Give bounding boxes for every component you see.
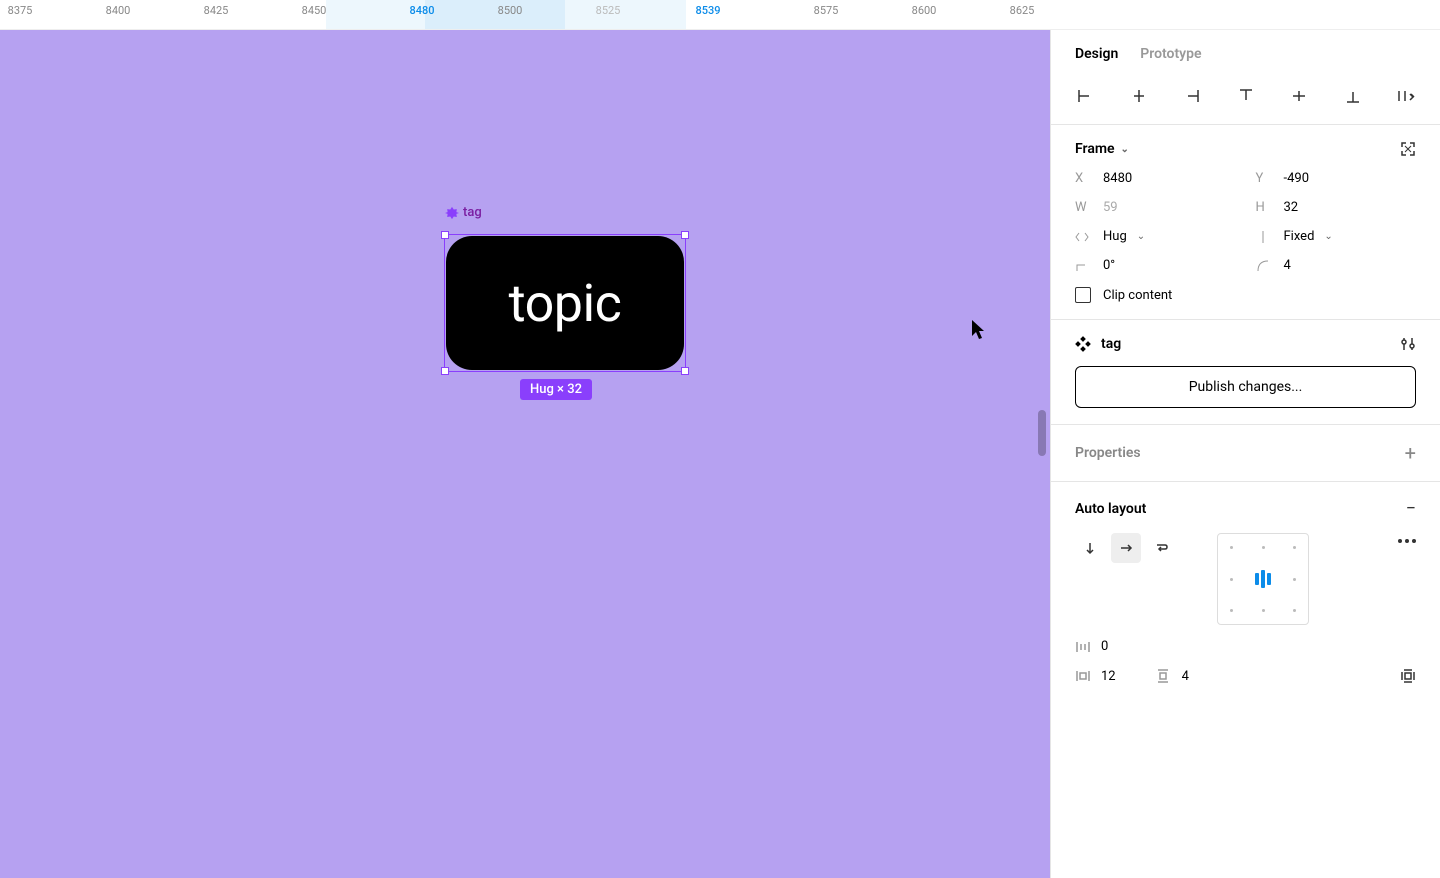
tag-frame[interactable]: topic [446,236,684,370]
ruler-tick: 8600 [912,4,937,17]
resize-handle-tr[interactable] [681,231,689,239]
add-property-icon[interactable]: + [1405,441,1416,465]
canvas[interactable]: tag topic Hug × 32 [0,30,1050,878]
properties-section: Properties + [1051,425,1440,482]
align-left-icon[interactable] [1069,84,1101,108]
direction-wrap-icon[interactable] [1147,533,1177,563]
direction-vertical-icon[interactable] [1075,533,1105,563]
ruler-tick: 8575 [814,4,839,17]
frame-section: Frame ⌄ X8480 Y-490 W59 H32 Hug⌄ Fixe [1051,125,1440,320]
panel-tabs: Design Prototype [1051,30,1440,74]
ruler-selection [425,0,565,29]
distribute-icon[interactable] [1390,84,1422,108]
publish-button[interactable]: Publish changes... [1075,366,1416,408]
direction-horizontal-icon[interactable] [1111,533,1141,563]
autolayout-title: Auto layout [1075,501,1146,517]
resize-handle-br[interactable] [681,367,689,375]
clip-content-checkbox[interactable]: Clip content [1075,287,1416,303]
frame-section-title[interactable]: Frame ⌄ [1075,141,1129,157]
ruler-tick: 8525 [596,4,621,17]
gap-input[interactable]: 0 [1075,639,1416,654]
component-name: tag [1075,336,1121,352]
ruler-tick: 8425 [204,4,229,17]
tab-design[interactable]: Design [1075,46,1118,62]
padding-h-input[interactable]: 12 [1075,669,1116,684]
component-section: tag Publish changes... [1051,320,1440,425]
alignment-row [1051,74,1440,125]
frame-label[interactable]: tag [445,205,482,220]
design-panel: Design Prototype Frame ⌄ X84 [1050,30,1440,878]
padding-v-input[interactable]: 4 [1156,668,1189,684]
align-bottom-icon[interactable] [1337,84,1369,108]
y-input[interactable]: Y-490 [1256,171,1417,186]
ruler-tick: 8400 [106,4,131,17]
radius-input[interactable]: 4 [1256,258,1417,273]
h-input[interactable]: H32 [1256,200,1417,215]
w-input[interactable]: W59 [1075,200,1236,215]
ruler-tick: 8480 [409,4,434,17]
checkbox-icon [1075,287,1091,303]
tab-prototype[interactable]: Prototype [1140,46,1201,62]
vsizing-select[interactable]: Fixed⌄ [1256,229,1417,244]
hsizing-select[interactable]: Hug⌄ [1075,229,1236,244]
x-input[interactable]: X8480 [1075,171,1236,186]
resize-to-fit-icon[interactable] [1400,141,1416,157]
cursor-icon [972,320,988,340]
component-settings-icon[interactable] [1400,336,1416,352]
ruler-tick: 8375 [8,4,33,17]
padding-detail-icon[interactable] [1400,668,1416,684]
ruler-tick: 8450 [302,4,327,17]
horizontal-ruler[interactable]: 8375 8400 8425 8450 8480 8500 8525 8539 8575 8600… [0,0,1440,30]
autolayout-more-icon[interactable] [1398,539,1416,543]
alignment-center-icon [1255,570,1271,588]
scrollbar-thumb[interactable] [1038,410,1046,456]
ruler-tick: 8625 [1010,4,1035,17]
ruler-tick: 8500 [498,4,523,17]
chevron-down-icon: ⌄ [1121,144,1129,155]
properties-title: Properties [1075,445,1141,461]
align-right-icon[interactable] [1176,84,1208,108]
autolayout-direction [1075,533,1177,563]
align-vcenter-icon[interactable] [1283,84,1315,108]
autolayout-section: Auto layout − [1051,482,1440,700]
dimensions-badge: Hug × 32 [520,379,592,400]
resize-handle-tl[interactable] [441,231,449,239]
align-hcenter-icon[interactable] [1123,84,1155,108]
align-top-icon[interactable] [1230,84,1262,108]
tag-frame-text: topic [509,273,622,334]
ruler-tick: 8539 [695,4,720,17]
rotation-input[interactable]: 0° [1075,258,1236,273]
resize-handle-bl[interactable] [441,367,449,375]
remove-autolayout-icon[interactable]: − [1406,498,1416,519]
alignment-pad[interactable] [1217,533,1309,625]
